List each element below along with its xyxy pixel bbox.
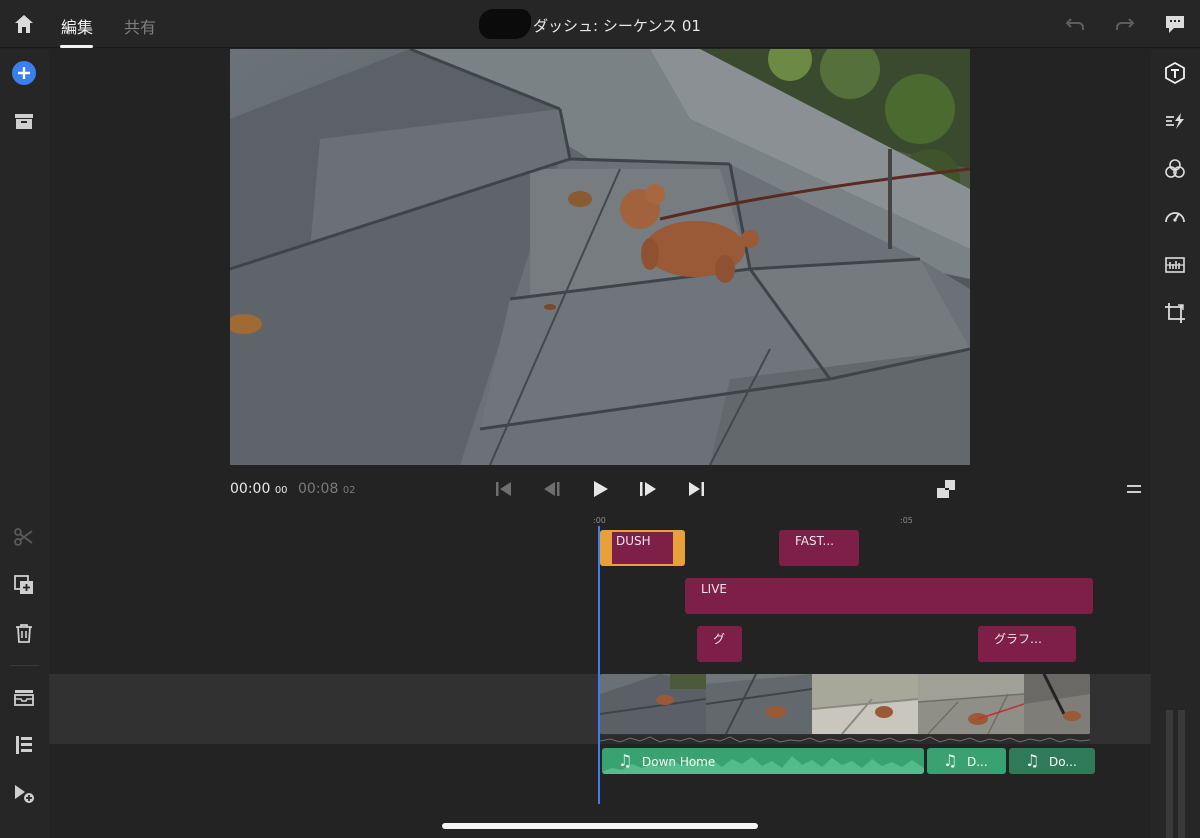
audio-clip-do[interactable]: ♫ Do...	[1009, 748, 1095, 774]
redacted-mark	[479, 9, 531, 39]
previous-frame-icon[interactable]	[541, 478, 563, 500]
media-bin-icon[interactable]	[12, 109, 36, 133]
home-indicator[interactable]	[442, 823, 758, 829]
trash-icon[interactable]	[12, 621, 36, 645]
current-frames: 00	[274, 485, 288, 496]
audio-level-meter-right	[1178, 710, 1185, 838]
current-timecode: 00:00 00	[230, 481, 288, 497]
speed-icon[interactable]	[1163, 205, 1187, 229]
audio-clip-label: Down Home	[642, 755, 716, 769]
active-tab-indicator	[60, 45, 93, 48]
video-thumbnail	[812, 674, 918, 734]
audio-levels-icon[interactable]	[1163, 253, 1187, 277]
duplicate-icon[interactable]	[12, 573, 36, 597]
go-to-end-icon[interactable]	[685, 478, 707, 500]
title-clip-live[interactable]: LIVE	[685, 578, 1093, 614]
total-time: 00:08	[298, 481, 339, 497]
total-frames: 02	[342, 485, 356, 496]
title-clip-gu[interactable]: グ	[697, 626, 742, 662]
tray-icon[interactable]	[12, 685, 36, 709]
undo-icon[interactable]	[1063, 12, 1087, 36]
audio-clip-down-home[interactable]: ♫ Down Home	[602, 748, 924, 774]
video-thumbnail	[1024, 674, 1090, 734]
title-text-icon[interactable]	[1163, 61, 1187, 85]
redo-icon[interactable]	[1113, 12, 1137, 36]
title-clip-label: グラフ…	[994, 632, 1043, 646]
current-time: 00:00	[230, 481, 271, 497]
audio-clip-d[interactable]: ♫ D...	[927, 748, 1006, 774]
title-clip-label: DUSH	[616, 534, 651, 548]
color-icon[interactable]	[1163, 157, 1187, 181]
go-to-start-icon[interactable]	[493, 478, 515, 500]
ruler-mark-5: :05	[900, 516, 913, 525]
add-icon[interactable]	[12, 61, 36, 85]
sequence-title: ダッシュ: シーケンス 01	[533, 17, 701, 35]
crop-icon[interactable]	[1163, 301, 1187, 325]
home-icon[interactable]	[12, 12, 36, 36]
split-icon[interactable]	[12, 525, 36, 549]
video-clip[interactable]	[600, 674, 1090, 734]
next-frame-icon[interactable]	[637, 478, 659, 500]
play-icon[interactable]	[589, 478, 611, 500]
tab-edit[interactable]: 編集	[61, 14, 93, 38]
right-toolbar	[1151, 49, 1200, 838]
timeline-resize-icon[interactable]	[1127, 484, 1141, 494]
audio-clip-label: Do...	[1049, 755, 1077, 769]
add-clip-icon[interactable]	[12, 781, 36, 805]
playhead[interactable]	[598, 526, 600, 804]
fullscreen-icon[interactable]	[935, 478, 957, 500]
video-thumbnail	[600, 674, 706, 734]
video-frame-image	[230, 49, 970, 465]
title-clip-label: LIVE	[701, 582, 728, 596]
tab-share[interactable]: 共有	[124, 14, 156, 38]
video-thumbnail	[918, 674, 1024, 734]
toolbar-divider	[10, 665, 39, 666]
music-note-icon: ♫	[1025, 751, 1040, 770]
ruler-mark-start: :00	[593, 516, 606, 525]
transition-icon[interactable]	[1163, 109, 1187, 133]
title-clip-label: グ	[713, 632, 726, 646]
title-clip-label: FAST...	[795, 534, 834, 548]
audio-clip-label: D...	[967, 755, 988, 769]
title-clip-fast[interactable]: FAST...	[779, 530, 859, 566]
total-timecode: 00:08 02	[298, 481, 356, 497]
comment-icon[interactable]	[1163, 12, 1187, 36]
title-clip-graph[interactable]: グラフ…	[978, 626, 1076, 662]
video-preview[interactable]	[230, 49, 970, 465]
audio-level-meter-left	[1166, 710, 1173, 838]
music-note-icon: ♫	[943, 751, 958, 770]
left-toolbar	[0, 49, 49, 838]
title-clip-dush[interactable]: DUSH	[600, 530, 685, 566]
outline-list-icon[interactable]	[12, 733, 36, 757]
audio-waveform-strip	[600, 735, 1090, 744]
top-bar: 編集 共有 ダッシュ: シーケンス 01	[0, 0, 1200, 48]
music-note-icon: ♫	[618, 751, 633, 770]
video-thumbnail	[706, 674, 812, 734]
